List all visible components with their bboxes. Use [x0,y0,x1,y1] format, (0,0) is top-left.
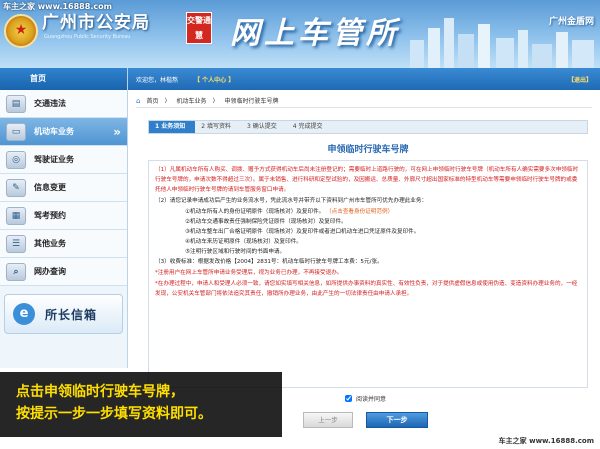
notice-paragraph-1: （1）凡属机动车所有人购买、调拨、赠予方式获得机动车后尚未注册登记的；需要临时上… [155,167,579,193]
site-header: 车主之家 www.16888.com 广州市公安局 Guangzhou Publ… [0,0,600,68]
ie-icon: e [13,303,35,325]
welcome-text: 欢迎您，林楷熬 [136,76,179,84]
bureau-english-name: Guangzhou Public Security Bureau [44,34,131,40]
other-services-icon: ☰ [6,234,26,253]
requirement-item: ③机动车整车出厂合格证明原件（现场核对）及复印件或者进口机动车进口凭证原件及复印… [185,229,420,235]
fee-standard: （3）收费标准：根据发改价格【2004】2831号：机动车临时行驶车号牌工本费：… [155,259,383,265]
step-1: 1 业务须知 [149,121,196,133]
user-topbar: 欢迎您，林楷熬 【 个人中心 】 【退出】 [128,68,600,90]
exam-booking-icon: ▦ [6,206,26,225]
requirement-item: ②机动车交通事故责任强制保险凭证原件（现场核对）及复印件。 [185,219,347,225]
watermark-top: 车主之家 www.16888.com [3,2,112,11]
user-center-link[interactable]: 【 个人中心 】 [194,75,234,84]
sidebar-item-label: 驾考预约 [34,211,66,220]
sidebar-item-vehicle-business[interactable]: ▭ 机动车业务 » [0,118,127,146]
logout-link[interactable]: 【退出】 [568,75,592,84]
sidebar-item-label: 驾驶证业务 [34,155,74,164]
step-4: 4 完成提交 [292,123,323,130]
online-query-icon: ⌕ [6,262,26,281]
traffic-badge: 交警通慧 [186,12,212,44]
breadcrumb-vehicle-business[interactable]: 机动车业务 [176,96,206,105]
sidebar-item-traffic-violation[interactable]: ▤ 交通违法 [0,90,127,118]
agree-label: 阅读并同意 [356,396,387,403]
notice-paragraph-2: （2）请您记录申请成功后产生的业务流水号，凭此流水号并带齐以下资料到广州市车管所… [155,198,428,204]
page-title: 申领临时行驶车号牌 [327,145,409,155]
director-mailbox[interactable]: e 所长信箱 [4,294,123,334]
agree-checkbox-row[interactable]: 阅读并同意 [345,394,386,403]
sidebar-item-label: 信息变更 [34,183,66,192]
site-title: 网上车管所 [230,16,400,51]
sidebar: 首页 ▤ 交通违法 ▭ 机动车业务 » ◎ 驾驶证业务 ✎ 信息变更 ▦ 驾考预… [0,68,128,368]
next-button[interactable]: 下一步 [366,412,428,428]
sidebar-item-online-query[interactable]: ⌕ 网办查询 [0,258,127,286]
sidebar-item-exam-booking[interactable]: ▦ 驾考预约 [0,202,127,230]
notice-content: （1）凡属机动车所有人购买、调拨、赠予方式获得机动车后尚未注册登记的；需要临时上… [148,160,588,388]
sidebar-item-other-services[interactable]: ☰ 其他业务 [0,230,127,258]
sidebar-item-info-change[interactable]: ✎ 信息变更 [0,174,127,202]
document-icon: ▤ [6,94,26,113]
tutorial-caption: 点击申领临时行驶车号牌， 按提示一步一步填写资料即可。 [0,372,282,437]
breadcrumb: ⌂ 首页 〉 机动车业务 〉 申领临时行驶车号牌 [136,94,592,108]
watermark-bottom: 车主之家 www.16888.com [498,437,594,445]
sidebar-item-license-business[interactable]: ◎ 驾驶证业务 [0,146,127,174]
sidebar-item-label: 机动车业务 [34,127,74,136]
breadcrumb-separator: 〉 [164,98,171,105]
steering-wheel-icon: ◎ [6,150,26,169]
sidebar-item-label: 网办查询 [34,267,66,276]
chevron-right-icon: » [113,124,121,139]
requirement-item: ⑤注明行驶区域和行驶时间的书面申请。 [185,249,286,255]
agree-checkbox[interactable] [345,395,352,402]
caption-line-2: 按提示一步一步填写资料即可。 [16,406,212,422]
director-mailbox-label: 所长信箱 [45,307,98,322]
step-3: 3 确认提交 [247,123,277,130]
breadcrumb-separator: 〉 [212,98,219,105]
step-2: 2 填写资料 [201,123,231,130]
police-emblem-icon [4,14,38,48]
requirement-text: ①机动车所有人的身份证明原件（现场核对）及复印件。 [185,209,325,215]
breadcrumb-home[interactable]: 首页 [146,96,158,105]
home-icon: ⌂ [136,96,141,105]
info-change-icon: ✎ [6,178,26,197]
sidebar-item-label: 交通违法 [34,99,66,108]
requirement-item: ④机动车来历证明原件（现场核对）及复印件。 [185,239,302,245]
prev-button[interactable]: 上一步 [303,412,353,428]
requirement-item: ①机动车所有人的身份证明原件（现场核对）及复印件。 （点击查看身份证明范例） [155,207,581,217]
notice-warning-2: *在办理过程中，申请人和受理人必须一致，请您如实填写相关信息，如所提供办事资料的… [155,281,578,297]
city-skyline-icon [410,18,594,68]
sidebar-item-label: 其他业务 [34,239,66,248]
id-example-link[interactable]: （点击查看身份证明范例） [326,209,393,215]
step-progress: 1 业务须知 2 填写资料 3 确认提交 4 完成提交 [148,120,588,134]
breadcrumb-current: 申领临时行驶车号牌 [224,98,279,105]
sidebar-home[interactable]: 首页 [0,68,127,90]
notice-warning-1: *注册用户在网上车管所申请业务受理后，视为业务已办理，不再接受退办。 [155,270,343,276]
caption-line-1: 点击申领临时行驶车号牌， [16,384,184,400]
car-card-icon: ▭ [6,122,26,141]
